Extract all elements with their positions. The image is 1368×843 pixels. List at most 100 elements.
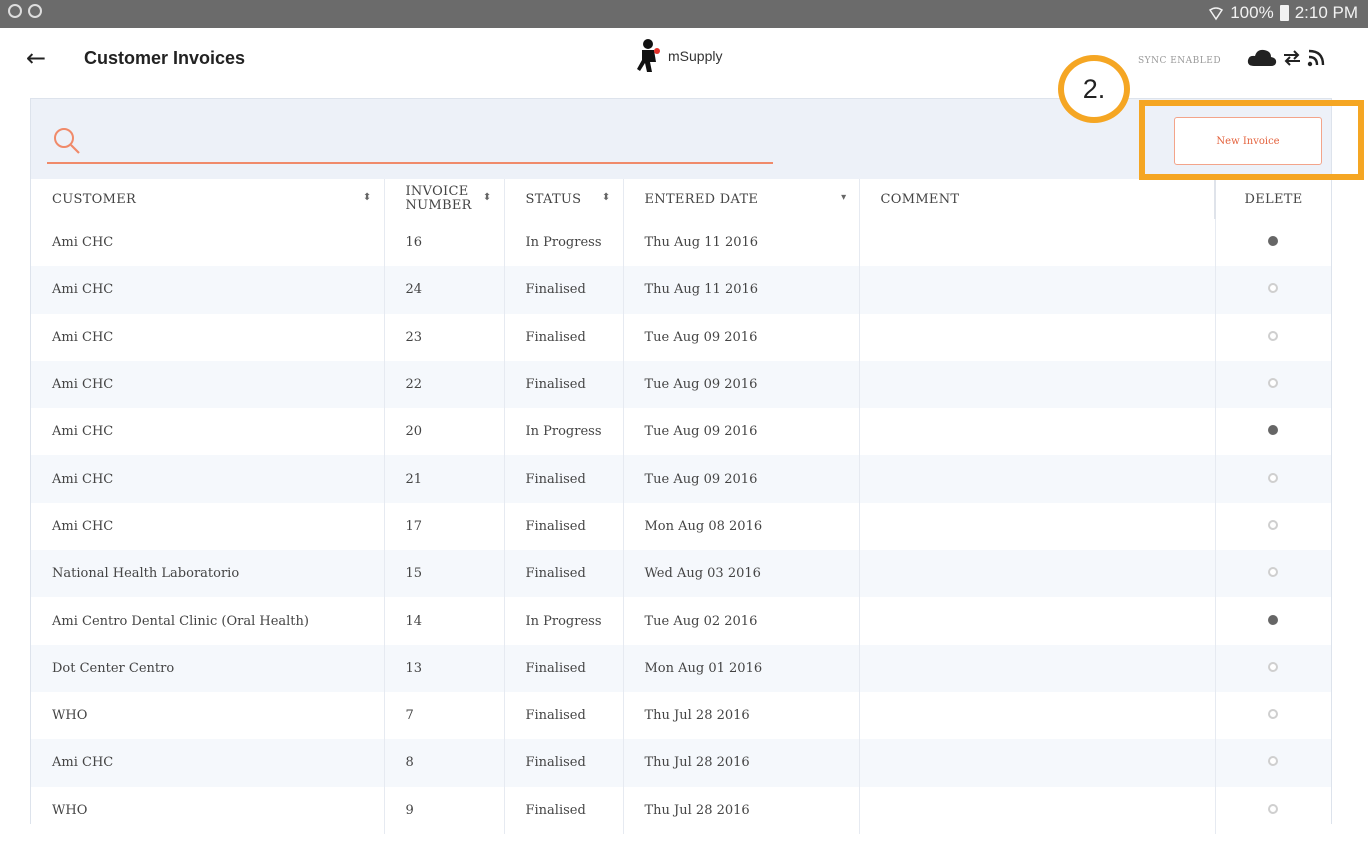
column-header-customer[interactable]: CUSTOMER ⬍ <box>31 179 385 219</box>
delete-icon <box>1268 567 1279 578</box>
back-arrow-icon[interactable]: ← <box>26 44 46 72</box>
table-row[interactable]: Ami Centro Dental Clinic (Oral Health) 14… <box>31 597 1331 645</box>
delete-icon <box>1268 661 1279 672</box>
cloud-icon[interactable] <box>1247 48 1277 68</box>
cell-entered-date: Thu Aug 11 2016 <box>623 219 860 267</box>
cell-status: In Progress <box>504 597 624 645</box>
signal-icon[interactable] <box>1307 49 1325 67</box>
logo-figure-icon <box>637 39 660 72</box>
cell-comment <box>859 739 1216 787</box>
cell-entered-date: Mon Aug 01 2016 <box>623 644 860 692</box>
sort-icon[interactable]: ⬍ <box>363 192 372 203</box>
cell-customer: Ami CHC <box>31 502 385 551</box>
cell-comment <box>859 550 1216 598</box>
sort-icon[interactable]: ⬍ <box>602 192 611 203</box>
table-row[interactable]: Ami CHC 16 In Progress Thu Aug 11 2016 <box>31 219 1331 267</box>
cell-status: Finalised <box>504 502 624 551</box>
cell-delete <box>1215 550 1331 598</box>
delete-icon <box>1268 472 1279 483</box>
cell-status: Finalised <box>504 739 624 787</box>
column-header-comment: COMMENT <box>859 179 1216 219</box>
table-row[interactable]: Dot Center Centro 13 Finalised Mon Aug 01 2… <box>31 644 1331 692</box>
cell-delete <box>1215 691 1331 740</box>
cell-delete <box>1215 219 1331 267</box>
delete-icon <box>1268 756 1279 767</box>
search-icon <box>54 128 80 154</box>
table-row[interactable]: WHO 7 Finalised Thu Jul 28 2016 <box>31 691 1331 740</box>
table-row[interactable]: Ami CHC 21 Finalised Tue Aug 09 2016 <box>31 455 1331 503</box>
cell-status: Finalised <box>504 786 624 834</box>
sync-icons <box>1247 48 1325 68</box>
cell-delete <box>1215 786 1331 834</box>
column-header-invoice-number[interactable]: INVOICE NUMBER ⬍ <box>384 179 505 219</box>
delete-icon[interactable] <box>1268 236 1279 247</box>
cell-delete <box>1215 739 1331 787</box>
cell-status: Finalised <box>504 360 624 409</box>
sort-icon[interactable]: ⬍ <box>483 192 492 203</box>
new-invoice-button[interactable]: New Invoice <box>1174 117 1322 165</box>
cell-comment <box>859 786 1216 834</box>
invoices-table-body: Ami CHC 16 In Progress Thu Aug 11 2016 Ami C… <box>31 219 1331 834</box>
app-header: ← Customer Invoices mSupply SYNC ENABLED <box>0 28 1368 98</box>
cell-entered-date: Thu Aug 11 2016 <box>623 266 860 314</box>
logo-text: mSupply <box>668 48 723 64</box>
table-row[interactable]: Ami CHC 17 Finalised Mon Aug 08 2016 <box>31 502 1331 551</box>
wifi-icon <box>1209 7 1224 21</box>
cell-status: Finalised <box>504 455 624 503</box>
table-row[interactable]: National Health Laboratorio 15 Finalised We… <box>31 550 1331 598</box>
cell-invoice-number: 16 <box>384 219 505 267</box>
table-row[interactable]: WHO 9 Finalised Thu Jul 28 2016 <box>31 786 1331 834</box>
cell-customer: Ami CHC <box>31 266 385 314</box>
cell-customer: Dot Center Centro <box>31 644 385 692</box>
cell-comment <box>859 644 1216 692</box>
column-header-entered-date[interactable]: ENTERED DATE ▾ <box>623 179 860 219</box>
cell-invoice-number: 13 <box>384 644 505 692</box>
battery-icon <box>1279 5 1289 21</box>
cell-delete <box>1215 597 1331 645</box>
cell-invoice-number: 9 <box>384 786 505 834</box>
cell-comment <box>859 691 1216 740</box>
table-row[interactable]: Ami CHC 20 In Progress Tue Aug 09 2016 <box>31 408 1331 456</box>
invoices-panel: New Invoice CUSTOMER ⬍ INVOICE NUMBER ⬍ … <box>30 98 1332 834</box>
cell-delete <box>1215 408 1331 456</box>
cell-status: In Progress <box>504 219 624 267</box>
cell-status: Finalised <box>504 691 624 740</box>
invoices-table: CUSTOMER ⬍ INVOICE NUMBER ⬍ STATUS ⬍ ENT… <box>31 179 1331 834</box>
delete-icon[interactable] <box>1268 614 1279 625</box>
cell-entered-date: Thu Jul 28 2016 <box>623 691 860 740</box>
cell-comment <box>859 219 1216 267</box>
sync-status-label: SYNC ENABLED <box>1138 56 1222 66</box>
cell-entered-date: Mon Aug 08 2016 <box>623 502 860 551</box>
cell-entered-date: Thu Jul 28 2016 <box>623 739 860 787</box>
table-row[interactable]: Ami CHC 22 Finalised Tue Aug 09 2016 <box>31 360 1331 409</box>
cell-comment <box>859 313 1216 361</box>
delete-icon <box>1268 709 1279 720</box>
cell-status: Finalised <box>504 266 624 314</box>
search-underline <box>47 162 773 164</box>
cell-status: Finalised <box>504 550 624 598</box>
cell-customer: Ami Centro Dental Clinic (Oral Health) <box>31 597 385 645</box>
table-row[interactable]: Ami CHC 8 Finalised Thu Jul 28 2016 <box>31 739 1331 787</box>
search-bar: New Invoice <box>31 99 1331 179</box>
cell-invoice-number: 17 <box>384 502 505 551</box>
table-row[interactable]: Ami CHC 24 Finalised Thu Aug 11 2016 <box>31 266 1331 314</box>
search-input[interactable] <box>93 129 753 157</box>
sync-arrows-icon[interactable] <box>1283 50 1301 66</box>
cell-entered-date: Tue Aug 09 2016 <box>623 313 860 361</box>
sort-descending-icon[interactable]: ▾ <box>841 192 846 203</box>
step-callout: 2. <box>1058 55 1130 123</box>
cell-status: In Progress <box>504 408 624 456</box>
table-header-row: CUSTOMER ⬍ INVOICE NUMBER ⬍ STATUS ⬍ ENT… <box>31 179 1331 219</box>
delete-icon[interactable] <box>1268 425 1279 436</box>
cell-invoice-number: 15 <box>384 550 505 598</box>
cell-delete <box>1215 455 1331 503</box>
cell-entered-date: Tue Aug 09 2016 <box>623 408 860 456</box>
column-header-status[interactable]: STATUS ⬍ <box>504 179 624 219</box>
cell-invoice-number: 14 <box>384 597 505 645</box>
cell-customer: Ami CHC <box>31 360 385 409</box>
table-row[interactable]: Ami CHC 23 Finalised Tue Aug 09 2016 <box>31 313 1331 361</box>
cell-comment <box>859 360 1216 409</box>
cell-invoice-number: 24 <box>384 266 505 314</box>
cell-entered-date: Tue Aug 09 2016 <box>623 360 860 409</box>
cell-comment <box>859 502 1216 551</box>
